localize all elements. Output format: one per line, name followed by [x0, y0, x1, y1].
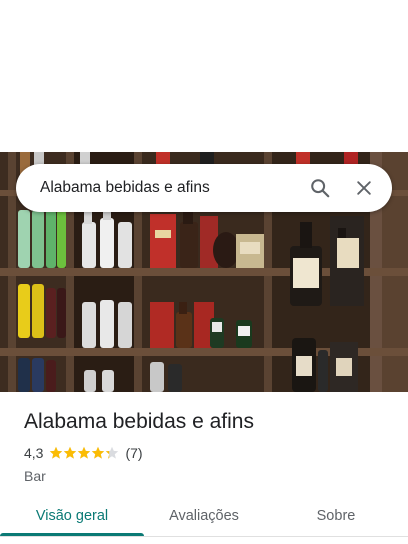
star-icon [64, 446, 77, 459]
rating-value: 4,3 [24, 445, 44, 461]
tab-overview[interactable]: Visão geral [0, 496, 144, 536]
star-rating [49, 446, 119, 460]
star-icon [106, 446, 119, 459]
place-title: Alabama bebidas e afins [24, 410, 254, 433]
reviews-count[interactable]: (7) [125, 445, 142, 461]
search-input[interactable]: Alabama bebidas e afins [16, 179, 298, 197]
rating-row[interactable]: 4,3 (7) [24, 444, 384, 462]
tab-reviews[interactable]: Avaliações [144, 496, 264, 536]
place-info: Alabama bebidas e afins 4,3 (7) Bar [24, 408, 384, 484]
search-icon[interactable] [298, 166, 342, 210]
tab-about[interactable]: Sobre [264, 496, 408, 536]
tab-label: Visão geral [35, 508, 109, 524]
search-bar[interactable]: Alabama bebidas e afins [16, 164, 392, 212]
tab-label: Sobre [316, 508, 356, 524]
tab-bar: Visão geral Avaliações Sobre [0, 496, 408, 536]
star-icon [78, 446, 91, 459]
tabs-divider [0, 536, 408, 537]
star-icon [92, 446, 105, 459]
place-category[interactable]: Bar [24, 468, 384, 484]
tab-label: Avaliações [169, 508, 239, 524]
close-icon[interactable] [342, 166, 386, 210]
search-icon-glyph [311, 179, 330, 198]
star-icon [50, 446, 63, 459]
blank-map-area [0, 0, 408, 152]
close-icon-glyph [357, 181, 371, 195]
